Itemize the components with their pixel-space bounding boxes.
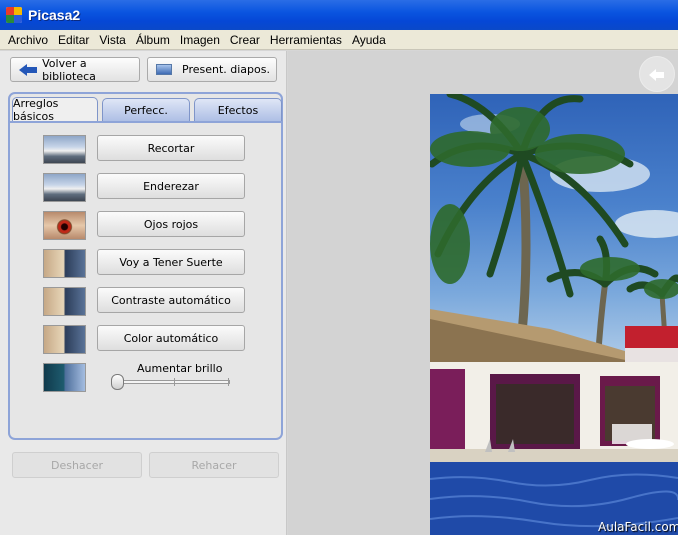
- title-bar: Picasa2: [0, 0, 678, 30]
- tab-effects[interactable]: Efectos: [194, 98, 282, 121]
- menu-herramientas[interactable]: Herramientas: [265, 33, 347, 47]
- straighten-button[interactable]: Enderezar: [97, 173, 245, 199]
- photo-preview[interactable]: [430, 94, 678, 535]
- slider-tick: [174, 378, 175, 386]
- tab-effects-label: Efectos: [217, 103, 259, 117]
- auto-color-button[interactable]: Color automático: [97, 325, 245, 351]
- back-to-library-label: Volver a biblioteca: [42, 56, 96, 83]
- menu-bar: Archivo Editar Vista Álbum Imagen Crear …: [0, 30, 678, 50]
- picasa-logo-icon: [6, 7, 22, 23]
- basic-fixes-panel: Arreglos básicos Perfecc. Efectos Recort…: [8, 92, 283, 478]
- auto-contrast-button[interactable]: Contraste automático: [97, 287, 245, 313]
- watermark-text: AulaFacil.com: [598, 520, 678, 534]
- tab-tuning[interactable]: Perfecc.: [102, 98, 190, 121]
- crop-preview-icon: [43, 135, 86, 164]
- back-arrow-icon: [19, 63, 38, 76]
- crop-button[interactable]: Recortar: [97, 135, 245, 161]
- tab-basic-fixes[interactable]: Arreglos básicos: [12, 97, 98, 123]
- tab-divider: [10, 121, 281, 123]
- red-eye-button[interactable]: Ojos rojos: [97, 211, 245, 237]
- menu-vista[interactable]: Vista: [94, 33, 130, 47]
- menu-album[interactable]: Álbum: [131, 33, 175, 47]
- brightness-slider-thumb[interactable]: [111, 374, 124, 390]
- im-feeling-lucky-button[interactable]: Voy a Tener Suerte: [97, 249, 245, 275]
- menu-editar[interactable]: Editar: [53, 33, 94, 47]
- tab-basic-fixes-label: Arreglos básicos: [13, 97, 59, 123]
- slider-tick: [228, 378, 229, 386]
- window-title: Picasa2: [28, 7, 81, 23]
- photo-scene: [430, 94, 678, 535]
- menu-archivo[interactable]: Archivo: [3, 33, 53, 47]
- contrast-preview-icon: [43, 287, 86, 316]
- slideshow-icon: [156, 64, 172, 75]
- lucky-preview-icon: [43, 249, 86, 278]
- redo-button[interactable]: Rehacer: [149, 452, 279, 478]
- slideshow-label: Present. diapos.: [182, 63, 270, 76]
- slideshow-button[interactable]: Present. diapos.: [147, 57, 277, 82]
- menu-imagen[interactable]: Imagen: [175, 33, 225, 47]
- brightness-preview-icon: [43, 363, 86, 392]
- menu-ayuda[interactable]: Ayuda: [347, 33, 391, 47]
- back-to-library-button[interactable]: Volver a biblioteca: [10, 56, 140, 83]
- menu-crear[interactable]: Crear: [225, 33, 265, 47]
- straighten-preview-icon: [43, 173, 86, 202]
- undo-button[interactable]: Deshacer: [12, 452, 142, 478]
- previous-photo-icon[interactable]: [639, 56, 675, 92]
- edit-panel: Volver a biblioteca Present. diapos. Arr…: [0, 51, 287, 535]
- color-preview-icon: [43, 325, 86, 354]
- brightness-label: Aumentar brillo: [137, 362, 223, 375]
- tab-tuning-label: Perfecc.: [124, 103, 168, 117]
- red-eye-preview-icon: [43, 211, 86, 240]
